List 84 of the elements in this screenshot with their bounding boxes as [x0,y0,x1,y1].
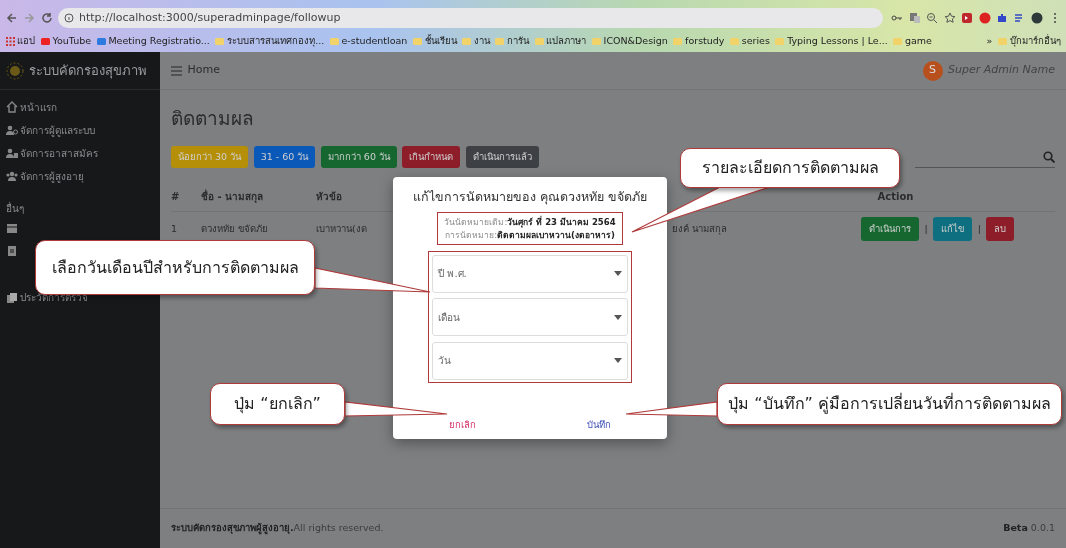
version-text: Beta 0.0.1 [1003,521,1055,536]
copy-icon[interactable] [5,291,18,304]
filter-button[interactable]: เกินกำหนด [402,146,461,169]
bookmark-icon[interactable] [40,36,50,46]
bookmark-icon[interactable] [96,36,106,46]
reload-icon[interactable] [40,12,53,24]
appointment-info: การนัดหมาย:ติดตามผลเบาหวาน(งดอาหาร) [444,228,616,242]
back-icon[interactable] [5,12,18,24]
bookmark-link[interactable]: ชั้นเรียน [424,34,457,49]
column-header: Action [876,189,914,204]
callout-label: ปุ่ม “ยกเลิก” [210,383,345,425]
column-header: ชื่อ - นามสกุล [201,188,264,204]
brand-title: ระบบคัดกรองสุขภาพ [29,61,147,81]
callout-label: ปุ่ม “บันทึก” คู่มือการเปลี่ยนวันที่การติดตามผล [717,383,1062,425]
bookmark-link[interactable]: YouTube [52,34,92,49]
page-title: ติดตามผล [171,105,255,131]
column-header: # [171,189,180,204]
bookmark-icon[interactable] [329,36,339,46]
table-cell: 1 [171,221,178,236]
user-gear-icon [5,124,18,136]
bookmark-link[interactable]: series [741,34,770,49]
bookmark-link[interactable]: งาน [473,34,490,49]
filter-button[interactable]: ดำเนินการแล้ว [465,146,539,169]
bookmark-link[interactable]: forstudy [685,34,725,49]
bookmark-link[interactable]: บุ๊กมาร์กอื่นๆ [1009,34,1061,49]
url-text: http://localhost:3000/superadminpage/followup [79,9,341,26]
separator-text: | [924,221,928,236]
key-icon[interactable] [891,12,903,24]
bookmark-link[interactable]: แอป [17,34,36,49]
forward-icon[interactable] [23,12,35,24]
document-icon[interactable] [5,244,18,257]
table-cell: ดวงหทัย ขจัดภัย [201,221,269,236]
dropdown-caret-icon [613,271,622,276]
appointment-info: วันนัดหมายเดิม:วันศุกร์ ที่ 23 มีนาคม 2564 [443,216,617,229]
select-field[interactable]: ปี พ.ศ. [431,254,629,293]
sidebar-item[interactable]: จัดการผู้ดูแลระบบ [5,118,155,142]
filter-button[interactable]: 31 - 60 วัน [253,146,316,169]
bookmark-link[interactable]: การัน [507,34,530,49]
cancel-button[interactable]: ยกเลิก [442,417,482,434]
menu-icon[interactable] [171,65,182,76]
breadcrumb-text[interactable]: Home [187,62,220,79]
footer-text: ระบบคัดกรองสุขภาพผู้สูงอายุ.All rights reserved. [171,521,384,536]
sidebar-item[interactable]: จัดการผู้สูงอายุ [5,164,155,188]
bookmark-icon[interactable] [215,36,225,46]
bookmark-link[interactable]: แปลภาษา [546,34,587,49]
apps-icon[interactable] [5,36,15,46]
select-field[interactable]: วัน [431,341,629,380]
separator-text: | [977,221,981,236]
table-cell: เบาหวาน(งด [316,221,367,236]
bookmark-link[interactable]: ICON&Design [603,34,668,49]
address-bar[interactable]: http://localhost:3000/superadminpage/followup [58,8,883,28]
info-icon [63,13,74,23]
bookmark-link[interactable]: ระบบสารสนเทศกองทุ... [227,34,325,49]
dropdown-caret-icon [613,358,622,363]
users-icon [5,170,18,182]
sidebar-item[interactable]: จัดการอาสาสมัคร [5,141,155,165]
sun-logo-icon [5,61,24,80]
bookmark-link[interactable]: Typing Lessons | Le... [787,34,888,49]
dropdown-caret-icon [613,314,622,320]
select-field[interactable]: เดือน [431,298,629,336]
save-button[interactable]: บันทึก [581,417,618,434]
zoom-icon[interactable] [926,12,938,24]
column-header: หัวข้อ [316,189,342,204]
extension-icon[interactable] [961,12,973,24]
avatar-circle[interactable]: S [922,60,943,81]
sidebar-item[interactable]: หน้าแรก [5,95,155,119]
section-heading: อื่นๆ [5,201,24,216]
table-cell-text: ยงค์ นามสกุล [670,221,727,236]
delete-button[interactable]: ลบ [986,216,1015,241]
bookmark-link[interactable]: game [905,34,932,49]
process-button[interactable]: ดำเนินการ [861,216,919,241]
user-icon [5,147,18,159]
calendar-icon[interactable] [5,221,18,234]
edit-button[interactable]: แก้ไข [933,216,973,241]
bookmark-link[interactable]: » [986,34,993,49]
bookmark-link[interactable]: Meeting Registratio... [108,34,210,49]
profile-icon[interactable] [1031,12,1043,24]
modal-title: แก้ไขการนัดหมายของ คุณดวงหทัย ขจัดภัย [413,188,647,207]
bookmark-link[interactable]: e-studentloan [341,34,408,49]
star-icon[interactable] [943,12,956,24]
home-icon [5,101,18,113]
search-icon [1043,150,1055,163]
filter-button[interactable]: มากกว่า 60 วัน [320,146,397,169]
callout-label: รายละเอียดการติดตามผล [680,148,900,188]
